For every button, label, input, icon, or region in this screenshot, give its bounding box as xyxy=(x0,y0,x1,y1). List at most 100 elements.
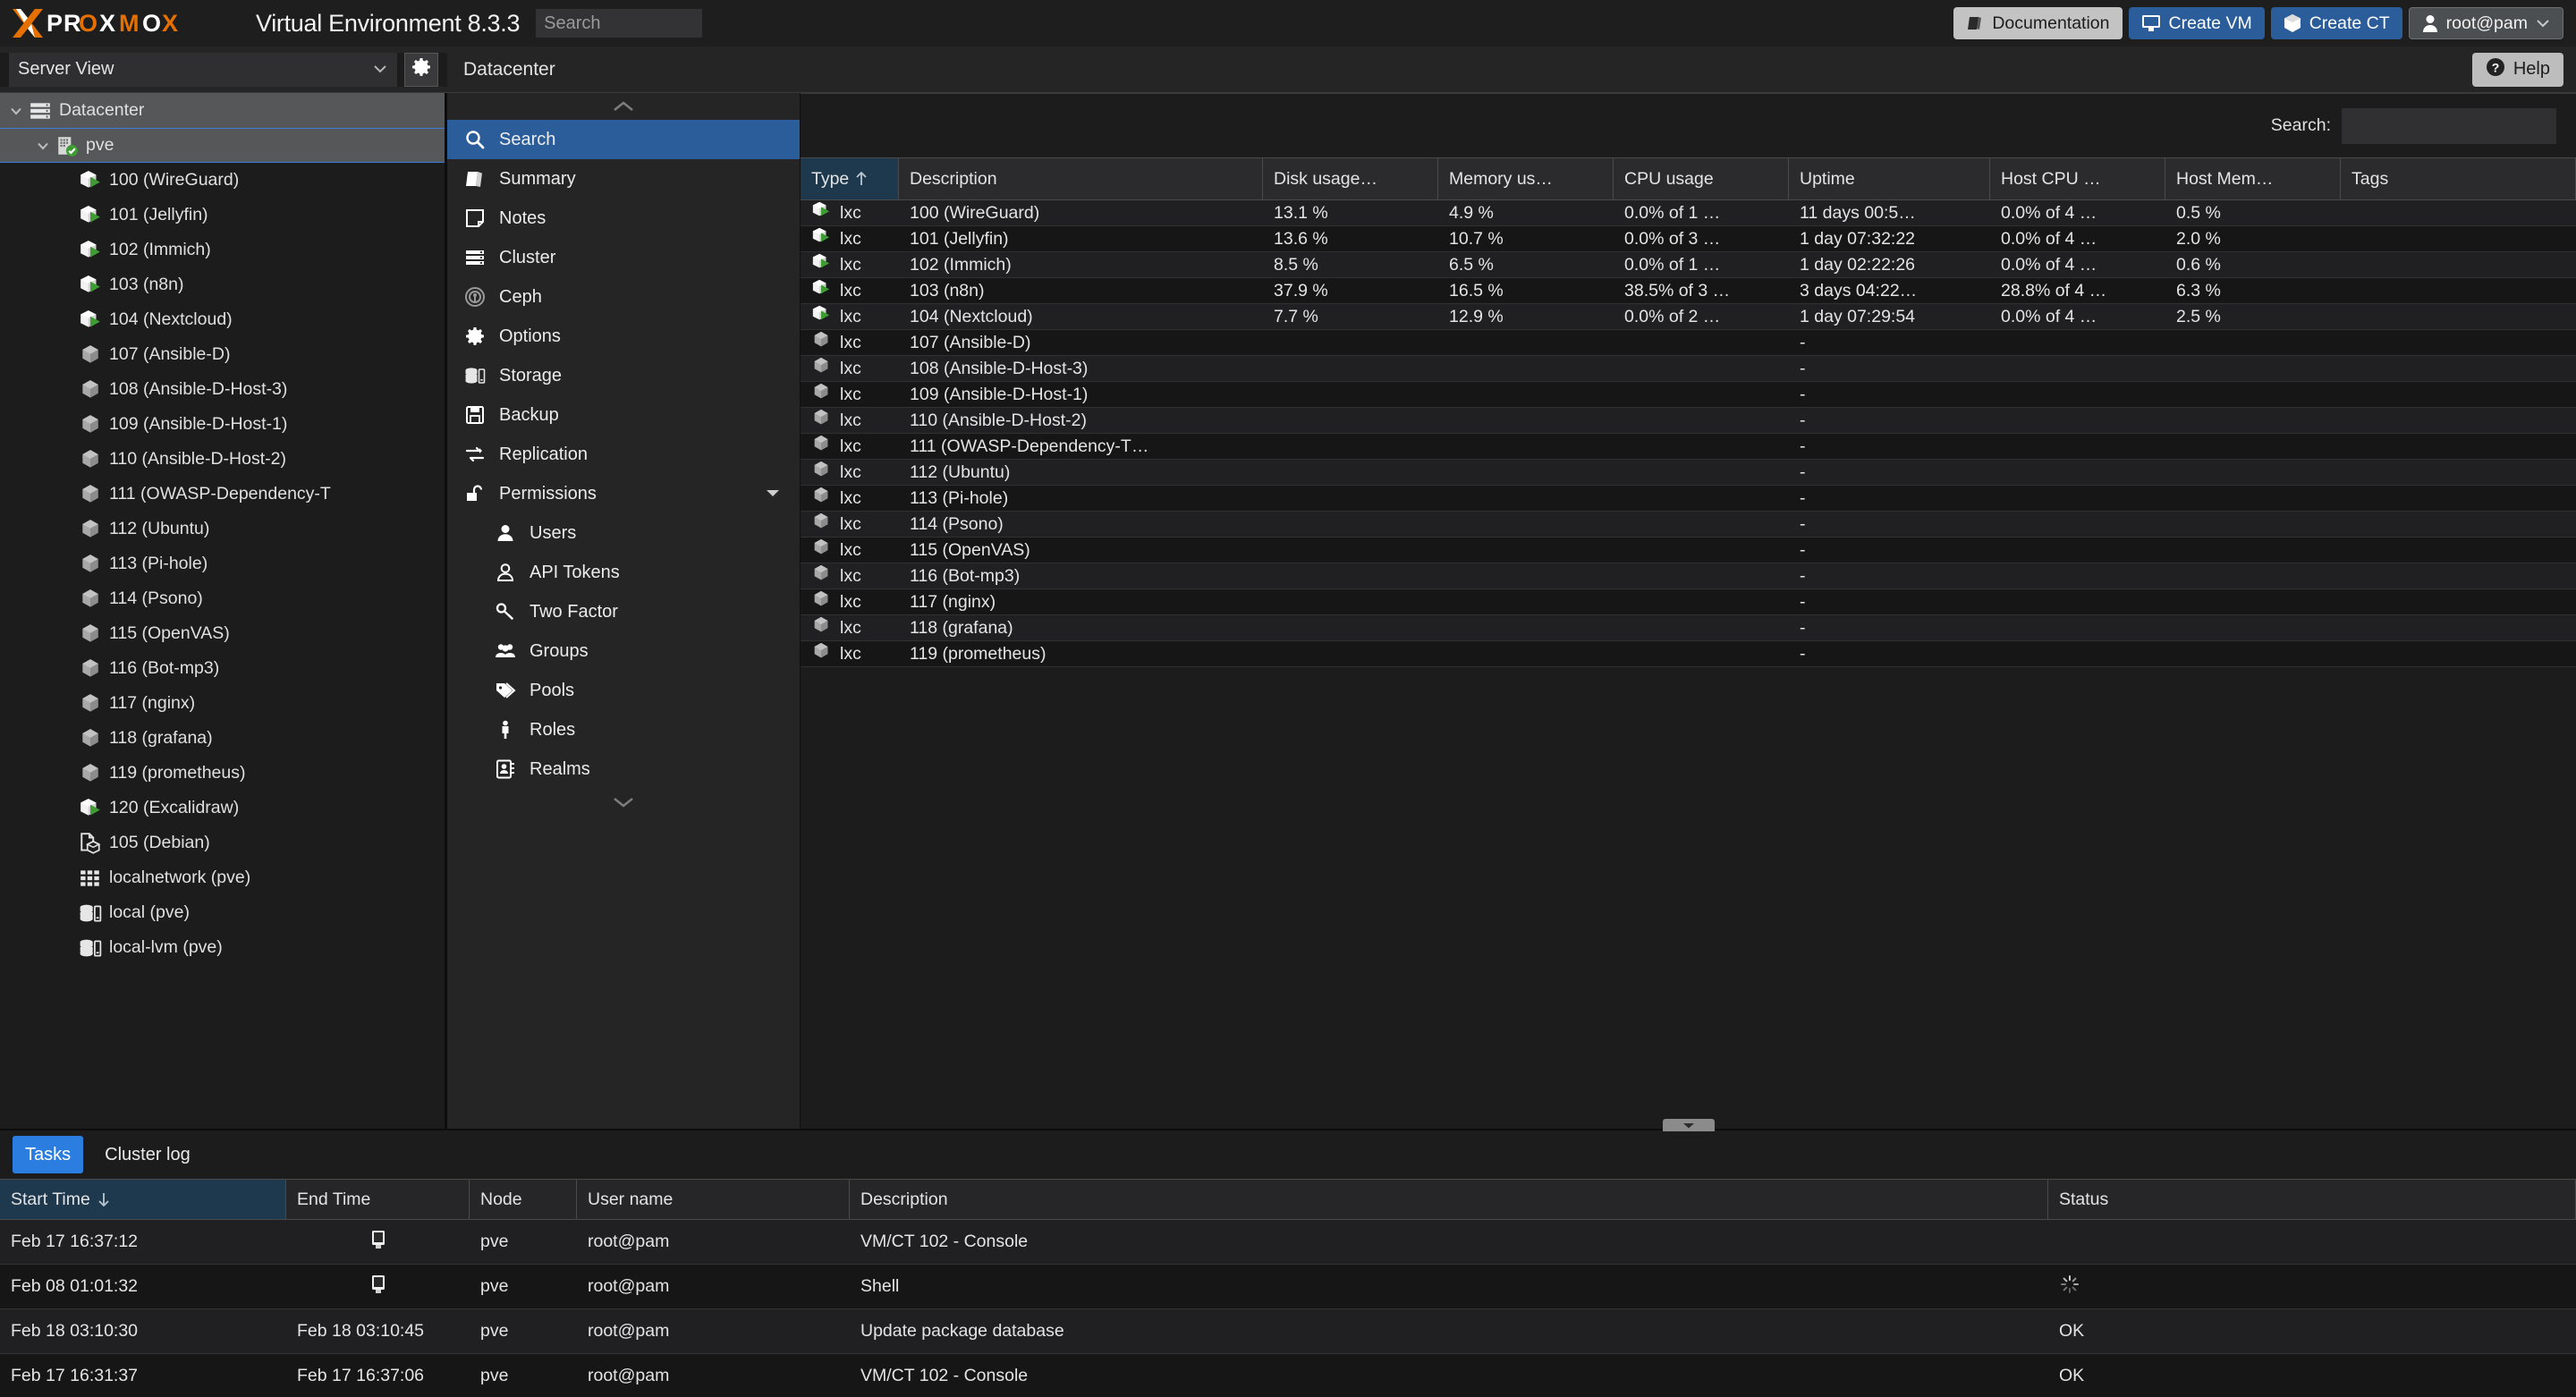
tree-item[interactable]: 114 (Psono) xyxy=(0,581,445,616)
resource-row[interactable]: lxc 100 (WireGuard) 13.1 % 4.9 % 0.0% of 1 …… xyxy=(801,200,2576,226)
breadcrumb[interactable]: Datacenter xyxy=(447,59,555,80)
tree-item[interactable]: 102 (Immich) xyxy=(0,233,445,267)
tree-item[interactable]: 115 (OpenVAS) xyxy=(0,616,445,651)
tree-item[interactable]: 101 (Jellyfin) xyxy=(0,198,445,233)
tree-item[interactable]: 120 (Excalidraw) xyxy=(0,791,445,826)
resource-row[interactable]: lxc 102 (Immich) 8.5 % 6.5 % 0.0% of 1 … 1 da… xyxy=(801,252,2576,278)
resource-row[interactable]: lxc 116 (Bot-mp3) - xyxy=(801,563,2576,589)
tab-tasks[interactable]: Tasks xyxy=(13,1136,84,1173)
menu-item-api-tokens[interactable]: API Tokens xyxy=(447,553,800,592)
tree-item[interactable]: 103 (n8n) xyxy=(0,267,445,302)
column-header-disk[interactable]: Disk usage… xyxy=(1263,158,1438,199)
menu-scroll-up-button[interactable] xyxy=(447,93,800,120)
task-column-header-end[interactable]: End Time xyxy=(286,1180,470,1219)
expand-arrow-icon[interactable] xyxy=(36,139,55,153)
tree-item[interactable]: localnetwork (pve) xyxy=(0,860,445,895)
resource-row[interactable]: lxc 119 (prometheus) - xyxy=(801,641,2576,667)
user-menu-button[interactable]: root@pam xyxy=(2408,7,2563,39)
tree-item[interactable]: 113 (Pi-hole) xyxy=(0,546,445,581)
resource-row[interactable]: lxc 103 (n8n) 37.9 % 16.5 % 38.5% of 3 … 3 da… xyxy=(801,278,2576,304)
resource-row[interactable]: lxc 112 (Ubuntu) - xyxy=(801,460,2576,486)
datacenter-menu[interactable]: Search Summary Notes Cluster Ceph Options Stor… xyxy=(447,93,801,1129)
server-view-select[interactable]: Server View xyxy=(9,52,397,87)
column-header-hmem[interactable]: Host Mem… xyxy=(2165,158,2341,199)
task-column-header-node[interactable]: Node xyxy=(470,1180,577,1219)
column-header-desc[interactable]: Description xyxy=(899,158,1263,199)
global-search-input[interactable] xyxy=(536,9,703,38)
tree-item[interactable]: 112 (Ubuntu) xyxy=(0,512,445,546)
tree-item[interactable]: Datacenter xyxy=(0,93,445,128)
tree-item[interactable]: 109 (Ansible-D-Host-1) xyxy=(0,407,445,442)
panel-collapse-handle[interactable] xyxy=(1662,1119,1715,1131)
menu-item-users[interactable]: Users xyxy=(447,513,800,553)
documentation-button[interactable]: Documentation xyxy=(1953,7,2123,39)
tree-item[interactable]: 104 (Nextcloud) xyxy=(0,302,445,337)
task-column-header-status[interactable]: Status xyxy=(2048,1180,2576,1219)
menu-item-options[interactable]: Options xyxy=(447,317,800,356)
column-header-mem[interactable]: Memory us… xyxy=(1438,158,1614,199)
resource-row[interactable]: lxc 101 (Jellyfin) 13.6 % 10.7 % 0.0% of 3 …… xyxy=(801,226,2576,252)
tree-item[interactable]: 100 (WireGuard) xyxy=(0,163,445,198)
proxmox-logo[interactable]: PR O X M O X xyxy=(9,0,252,47)
resource-row[interactable]: lxc 104 (Nextcloud) 7.7 % 12.9 % 0.0% of 2 …… xyxy=(801,304,2576,330)
tree-item[interactable]: 107 (Ansible-D) xyxy=(0,337,445,372)
menu-item-cluster[interactable]: Cluster xyxy=(447,238,800,277)
tree-item[interactable]: 110 (Ansible-D-Host-2) xyxy=(0,442,445,477)
resource-row[interactable]: lxc 110 (Ansible-D-Host-2) - xyxy=(801,408,2576,434)
task-column-header-user[interactable]: User name xyxy=(577,1180,850,1219)
view-settings-button[interactable] xyxy=(404,52,438,87)
resource-grid-body[interactable]: lxc 100 (WireGuard) 13.1 % 4.9 % 0.0% of 1 …… xyxy=(801,200,2576,1129)
task-row[interactable]: Feb 18 03:10:30 Feb 18 03:10:45 pve root@pa… xyxy=(0,1309,2576,1354)
column-header-hcpu[interactable]: Host CPU … xyxy=(1990,158,2165,199)
menu-item-replication[interactable]: Replication xyxy=(447,435,800,474)
menu-item-search[interactable]: Search xyxy=(447,120,800,159)
tree-item[interactable]: local-lvm (pve) xyxy=(0,930,445,965)
menu-item-backup[interactable]: Backup xyxy=(447,395,800,435)
resource-row[interactable]: lxc 115 (OpenVAS) - xyxy=(801,538,2576,563)
tree-item[interactable]: 108 (Ansible-D-Host-3) xyxy=(0,372,445,407)
resource-tree[interactable]: Datacenter pve 100 (WireGuard) 101 (Jellyfi… xyxy=(0,93,447,1129)
tree-item[interactable]: 116 (Bot-mp3) xyxy=(0,651,445,686)
task-column-header-start[interactable]: Start Time xyxy=(0,1180,286,1219)
task-table-body[interactable]: Feb 17 16:37:12 pve root@pam VM/CT 102 - Co… xyxy=(0,1220,2576,1397)
resource-row[interactable]: lxc 113 (Pi-hole) - xyxy=(801,486,2576,512)
column-header-type[interactable]: Type xyxy=(801,158,899,199)
task-panel-tabs[interactable]: Tasks Cluster log xyxy=(0,1130,2576,1179)
tree-item[interactable]: 117 (nginx) xyxy=(0,686,445,721)
tree-item[interactable]: 111 (OWASP-Dependency-T xyxy=(0,477,445,512)
task-row[interactable]: Feb 17 16:37:12 pve root@pam VM/CT 102 - Co… xyxy=(0,1220,2576,1265)
expand-arrow-icon[interactable] xyxy=(9,104,29,118)
resource-row[interactable]: lxc 117 (nginx) - xyxy=(801,589,2576,615)
tree-item[interactable]: 118 (grafana) xyxy=(0,721,445,756)
menu-scroll-down-button[interactable] xyxy=(447,789,800,816)
tree-item[interactable]: 119 (prometheus) xyxy=(0,756,445,791)
task-row[interactable]: Feb 17 16:31:37 Feb 17 16:37:06 pve root@pa… xyxy=(0,1354,2576,1397)
tree-item[interactable]: 105 (Debian) xyxy=(0,826,445,860)
menu-item-storage[interactable]: Storage xyxy=(447,356,800,395)
menu-item-permissions[interactable]: Permissions xyxy=(447,474,800,513)
resource-row[interactable]: lxc 114 (Psono) - xyxy=(801,512,2576,538)
tree-item[interactable]: local (pve) xyxy=(0,895,445,930)
menu-item-notes[interactable]: Notes xyxy=(447,199,800,238)
menu-item-groups[interactable]: Groups xyxy=(447,631,800,671)
menu-item-realms[interactable]: Realms xyxy=(447,749,800,789)
tab-cluster-log[interactable]: Cluster log xyxy=(92,1136,203,1173)
menu-item-ceph[interactable]: Ceph xyxy=(447,277,800,317)
resource-row[interactable]: lxc 108 (Ansible-D-Host-3) - xyxy=(801,356,2576,382)
resource-row[interactable]: lxc 107 (Ansible-D) - xyxy=(801,330,2576,356)
tree-item[interactable]: pve xyxy=(0,128,445,163)
menu-item-pools[interactable]: Pools xyxy=(447,671,800,710)
menu-item-two-factor[interactable]: Two Factor xyxy=(447,592,800,631)
resource-row[interactable]: lxc 109 (Ansible-D-Host-1) - xyxy=(801,382,2576,408)
resource-row[interactable]: lxc 118 (grafana) - xyxy=(801,615,2576,641)
column-header-tags[interactable]: Tags xyxy=(2341,158,2576,199)
grid-search-input[interactable] xyxy=(2342,107,2556,144)
task-column-header-desc[interactable]: Description xyxy=(850,1180,2048,1219)
help-button[interactable]: ? Help xyxy=(2471,52,2563,87)
menu-item-roles[interactable]: Roles xyxy=(447,710,800,749)
create-vm-button[interactable]: Create VM xyxy=(2128,7,2265,39)
column-header-cpu[interactable]: CPU usage xyxy=(1614,158,1789,199)
resource-row[interactable]: lxc 111 (OWASP-Dependency-T… - xyxy=(801,434,2576,460)
column-header-up[interactable]: Uptime xyxy=(1789,158,1990,199)
chevron-down-icon[interactable] xyxy=(764,484,800,504)
